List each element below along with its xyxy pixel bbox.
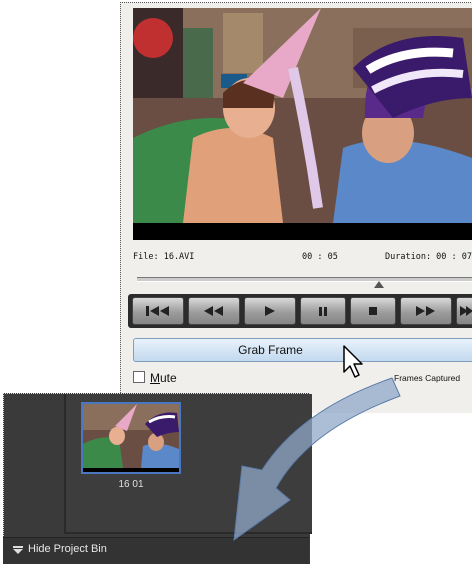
collapse-down-icon[interactable] bbox=[12, 545, 24, 555]
file-name: File: 16.AVI bbox=[133, 252, 195, 262]
mute-label-text: ute bbox=[160, 371, 177, 385]
rewind-icon bbox=[204, 306, 223, 316]
mute-checkbox[interactable] bbox=[133, 371, 145, 383]
skip-forward-icon bbox=[460, 306, 472, 316]
play-button[interactable] bbox=[244, 297, 296, 325]
transport-controls bbox=[128, 294, 472, 328]
stop-button[interactable] bbox=[350, 297, 396, 325]
skip-back-button[interactable] bbox=[132, 297, 184, 325]
video-preview bbox=[133, 8, 472, 240]
mute-label: Mute bbox=[150, 371, 177, 385]
fast-forward-button[interactable] bbox=[400, 297, 452, 325]
play-icon bbox=[265, 306, 275, 316]
pause-button[interactable] bbox=[300, 297, 346, 325]
rewind-button[interactable] bbox=[188, 297, 240, 325]
video-frame-image bbox=[133, 8, 472, 240]
stop-icon bbox=[369, 307, 377, 315]
grab-frame-button[interactable]: Grab Frame bbox=[133, 338, 472, 362]
duration-readout: Duration: 00 : 07 bbox=[385, 252, 472, 262]
thumbnail-image bbox=[83, 404, 179, 472]
hide-project-bin-button[interactable]: Hide Project Bin bbox=[28, 543, 107, 555]
skip-forward-button[interactable] bbox=[456, 297, 472, 325]
captured-frame-thumbnail[interactable] bbox=[81, 402, 181, 474]
scrubber-thumb[interactable] bbox=[374, 281, 384, 288]
thumbnail-caption: 16 01 bbox=[118, 479, 144, 490]
current-timecode: 00 : 05 bbox=[302, 252, 338, 262]
fast-forward-icon bbox=[416, 306, 435, 316]
frames-captured-label: Frames Captured bbox=[394, 373, 461, 383]
mouse-cursor-icon bbox=[343, 345, 363, 378]
pause-icon bbox=[319, 306, 327, 316]
mute-label-mnemonic: M bbox=[150, 371, 160, 385]
clip-info-row: File: 16.AVI 00 : 05 Duration: 00 : 07 bbox=[133, 252, 472, 266]
timeline-scrubber[interactable] bbox=[137, 277, 472, 282]
skip-back-icon bbox=[146, 306, 169, 316]
